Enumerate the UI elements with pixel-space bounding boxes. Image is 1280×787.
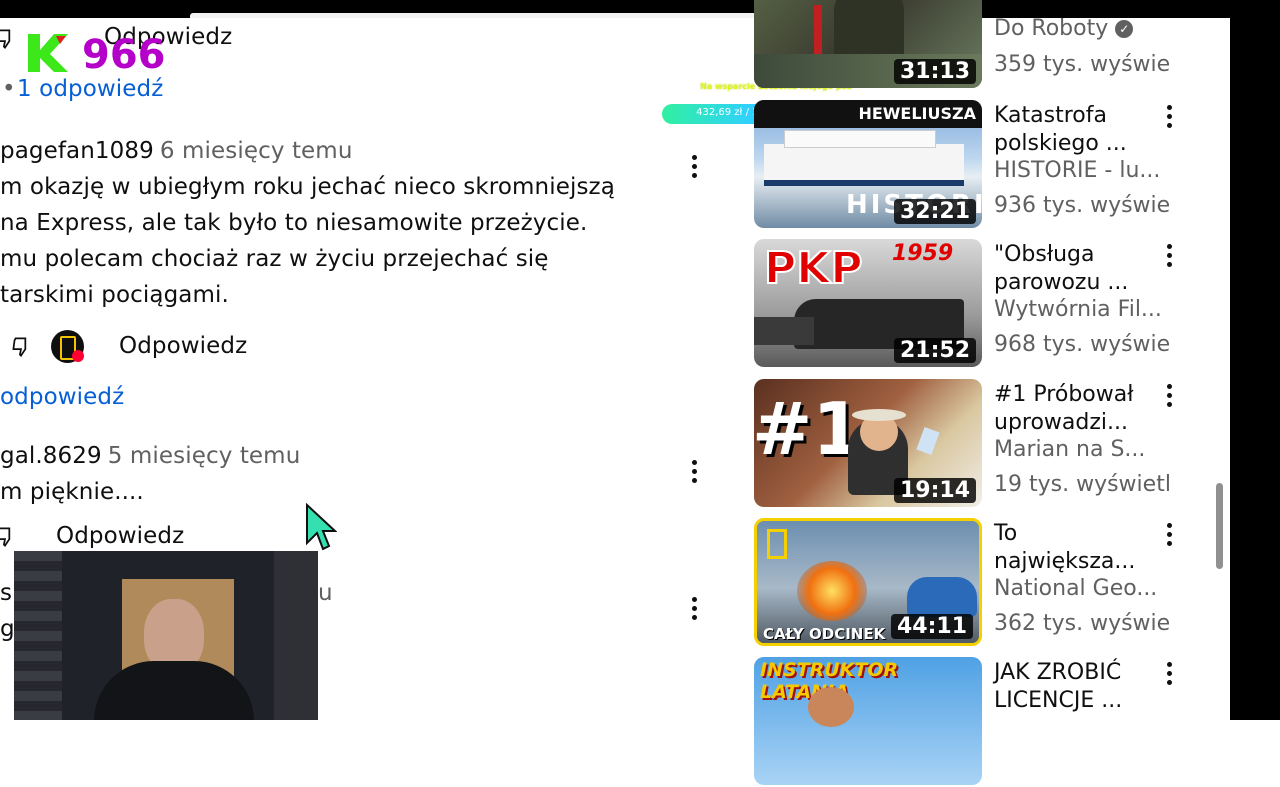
comment-text-line: m okazję w ubiegłym roku jechać nieco sk… bbox=[0, 174, 615, 200]
bullet: • bbox=[2, 76, 16, 102]
replies-link[interactable]: odpowiedź bbox=[0, 384, 124, 410]
k-logo-icon bbox=[28, 34, 68, 72]
video-thumbnail[interactable]: 31:13 bbox=[754, 0, 982, 88]
video-thumbnail[interactable]: HEWELIUSZA HISTORIE 32:21 bbox=[754, 100, 982, 228]
comment-menu-button[interactable] bbox=[684, 457, 704, 487]
video-title[interactable]: "Obsługa parowozu ... bbox=[994, 241, 1164, 297]
video-item[interactable]: INSTRUKTOR LATANIA JAK ZROBIĆ LICENCJE .… bbox=[754, 657, 1204, 787]
comment-text-line: mu polecam chociaż raz w życiu przejecha… bbox=[0, 246, 549, 272]
webcam-overlay bbox=[14, 551, 318, 720]
video-title[interactable]: #1 Próbował uprowadzi... bbox=[994, 381, 1164, 437]
video-menu-button[interactable] bbox=[1159, 659, 1179, 689]
thumb-text: CAŁY ODCINEK bbox=[763, 625, 886, 643]
video-views: 968 tys. wyświe bbox=[994, 332, 1171, 357]
video-duration: 21:52 bbox=[893, 338, 976, 363]
right-black-bar bbox=[1230, 0, 1280, 720]
comment-text-partial: g bbox=[0, 616, 15, 642]
video-thumbnail[interactable]: INSTRUKTOR LATANIA bbox=[754, 657, 982, 785]
video-duration: 44:11 bbox=[890, 614, 973, 639]
replies-link[interactable]: 1 odpowiedź bbox=[17, 76, 163, 102]
comment-author-partial: s bbox=[0, 580, 13, 606]
video-views: 359 tys. wyświe bbox=[994, 52, 1171, 77]
channel-name[interactable]: Do Roboty bbox=[994, 16, 1108, 41]
video-duration: 32:21 bbox=[893, 199, 976, 224]
video-item[interactable]: PKP 1959 21:52 "Obsługa parowozu ... Wyt… bbox=[754, 239, 1204, 369]
comment-header: gal.8629 5 miesięcy temu bbox=[0, 443, 300, 469]
counter: 966 bbox=[82, 32, 166, 78]
comment-time[interactable]: 6 miesięcy temu bbox=[160, 138, 353, 164]
video-menu-button[interactable] bbox=[1159, 381, 1179, 411]
video-title[interactable]: JAK ZROBIĆ LICENCJE ... bbox=[994, 659, 1164, 715]
video-menu-button[interactable] bbox=[1159, 102, 1179, 132]
thumb-year: 1959 bbox=[892, 241, 954, 266]
video-channel[interactable]: National Geo... bbox=[994, 576, 1157, 601]
video-thumbnail[interactable]: #1 19:14 bbox=[754, 379, 982, 507]
video-views: 936 tys. wyświe bbox=[994, 193, 1171, 218]
video-duration: 31:13 bbox=[893, 59, 976, 84]
comment-menu-button[interactable] bbox=[684, 594, 704, 624]
video-item[interactable]: HEWELIUSZA HISTORIE 32:21 Katastrofa pol… bbox=[754, 100, 1204, 230]
comment-text-line: tarskimi pociągami. bbox=[0, 282, 229, 308]
dislike-icon[interactable] bbox=[8, 334, 34, 360]
video-item[interactable]: #1 19:14 #1 Próbował uprowadzi... Marian… bbox=[754, 379, 1204, 509]
video-thumbnail[interactable]: PKP 1959 21:52 bbox=[754, 239, 982, 367]
dislike-icon[interactable] bbox=[0, 26, 18, 52]
comment-time-partial: u bbox=[318, 580, 333, 606]
dislike-icon[interactable] bbox=[0, 524, 18, 550]
video-channel[interactable]: Marian na S... bbox=[994, 437, 1145, 462]
comment-menu-button[interactable] bbox=[684, 152, 704, 182]
comment-time[interactable]: 5 miesięcy temu bbox=[108, 443, 301, 469]
comment-text-line: na Express, ale tak było to niesamowite … bbox=[0, 210, 588, 236]
video-views: 362 tys. wyświe bbox=[994, 611, 1171, 636]
video-duration: 19:14 bbox=[893, 478, 976, 503]
video-thumbnail[interactable]: CAŁY ODCINEK 44:11 bbox=[754, 518, 982, 646]
comment-author[interactable]: gal.8629 bbox=[0, 443, 102, 469]
scrollbar[interactable] bbox=[1216, 483, 1223, 569]
thumb-text: #1 bbox=[754, 387, 863, 471]
comment-text-line: m pięknie.... bbox=[0, 479, 144, 505]
reply-button[interactable]: Odpowiedz bbox=[56, 523, 184, 549]
video-channel[interactable]: Wytwórnia Fil... bbox=[994, 297, 1162, 322]
video-title[interactable]: To największa... bbox=[994, 520, 1164, 576]
video-menu-button[interactable] bbox=[1159, 520, 1179, 550]
reply-button[interactable]: Odpowiedz bbox=[119, 333, 247, 359]
thumb-text: INSTRUKTOR LATANIA bbox=[760, 659, 899, 703]
creator-heart-avatar bbox=[51, 330, 84, 363]
video-channel[interactable]: Do Roboty ✓ bbox=[994, 16, 1134, 41]
comment-header: pagefan1089 6 miesięcy temu bbox=[0, 138, 353, 164]
verified-icon: ✓ bbox=[1115, 20, 1134, 38]
thumb-banner: HEWELIUSZA bbox=[754, 100, 982, 128]
video-item[interactable]: CAŁY ODCINEK 44:11 To największa... Nati… bbox=[754, 518, 1204, 648]
video-menu-button[interactable] bbox=[1159, 241, 1179, 271]
comment-author[interactable]: pagefan1089 bbox=[0, 138, 154, 164]
video-channel[interactable]: HISTORIE - lu... bbox=[994, 158, 1160, 183]
video-title[interactable]: Katastrofa polskiego ... bbox=[994, 102, 1164, 158]
video-views: 19 tys. wyświetl bbox=[994, 472, 1171, 497]
mouse-cursor-icon bbox=[306, 503, 337, 551]
natgeo-logo-icon bbox=[767, 529, 787, 559]
thumb-text: PKP bbox=[763, 243, 864, 294]
